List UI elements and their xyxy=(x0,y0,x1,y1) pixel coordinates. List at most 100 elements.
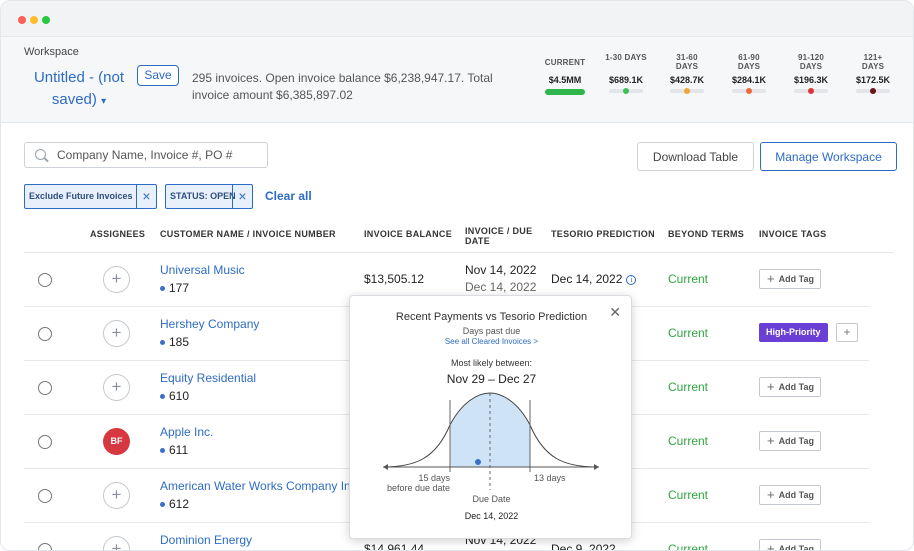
add-assignee-icon[interactable]: + xyxy=(103,320,130,347)
customer-name-link[interactable]: Hershey Company xyxy=(160,317,259,331)
aging-bucket-61-90[interactable]: 61-90 DAYS $284.1K xyxy=(728,53,770,94)
invoice-number-text: 612 xyxy=(169,497,190,511)
bullet-icon xyxy=(160,448,165,454)
customer-name-link[interactable]: Apple Inc. xyxy=(160,425,213,439)
aging-label: 91-120 DAYS xyxy=(797,53,825,71)
aging-bar xyxy=(545,89,585,95)
column-header-tags[interactable]: INVOICE TAGS xyxy=(759,229,826,239)
days-before-value: 15 days xyxy=(418,473,450,483)
workspace-title-dropdown[interactable]: Untitled - (not saved) ▾ xyxy=(29,67,129,113)
aging-bucket-31-60[interactable]: 31-60 DAYS $428.7K xyxy=(666,53,708,94)
row-select-radio[interactable] xyxy=(38,435,52,449)
workspace-title: Untitled - (not saved) xyxy=(33,69,125,108)
row-select-radio[interactable] xyxy=(38,327,52,341)
add-tag-button[interactable]: + Add Tag xyxy=(759,431,821,451)
aging-value: $172.5K xyxy=(855,75,891,85)
cleared-invoices-link[interactable]: See all Cleared Invoices > xyxy=(350,337,633,346)
column-header-prediction[interactable]: TESORIO PREDICTION xyxy=(551,229,655,239)
days-after-label: 13 days xyxy=(534,473,566,483)
invoice-balance: $14,961.44 xyxy=(364,542,425,551)
invoice-number: 611 xyxy=(160,443,188,457)
info-icon[interactable]: i xyxy=(626,274,637,285)
add-tag-label: Add Tag xyxy=(778,490,814,500)
invoice-number: 185 xyxy=(160,335,189,349)
filter-chip-status[interactable]: Status: OPEN × xyxy=(165,184,253,209)
filter-chip-label: Status: OPEN xyxy=(170,191,236,201)
tag-high-priority[interactable]: High-Priority xyxy=(759,323,828,342)
close-icon[interactable]: × xyxy=(232,185,252,208)
add-tag-button[interactable]: + Add Tag xyxy=(759,539,821,551)
close-window-button[interactable] xyxy=(18,16,26,24)
add-assignee-icon[interactable]: + xyxy=(103,266,130,293)
payment-dot xyxy=(475,459,481,465)
aging-bar xyxy=(670,88,704,94)
plus-icon: + xyxy=(767,379,775,394)
aging-bar xyxy=(732,88,766,94)
plus-icon: + xyxy=(767,541,775,551)
add-tag-button[interactable]: + Add Tag xyxy=(759,485,821,505)
close-icon[interactable]: × xyxy=(136,185,156,208)
aging-label: 31-60 DAYS xyxy=(675,53,699,71)
add-assignee-icon[interactable]: + xyxy=(103,482,130,509)
add-tag-button[interactable]: + Add Tag xyxy=(759,377,821,397)
add-tag-button[interactable]: + Add Tag xyxy=(759,269,821,289)
plus-icon: + xyxy=(767,433,775,448)
minimize-window-button[interactable] xyxy=(30,16,38,24)
beyond-terms-status: Current xyxy=(668,542,709,551)
likely-label: Most likely between: xyxy=(450,358,533,368)
column-header-assignees[interactable]: ASSIGNEES xyxy=(90,229,145,239)
add-tag-label: Add Tag xyxy=(778,544,814,551)
aging-bucket-121-plus[interactable]: 121+ DAYS $172.5K xyxy=(852,53,894,94)
popover-subtitle: Days past due xyxy=(462,326,521,336)
aging-dot xyxy=(870,88,876,94)
aging-bucket-1-30[interactable]: 1-30 DAYS $689.1K xyxy=(605,53,647,94)
bullet-icon xyxy=(160,340,165,346)
aging-dot xyxy=(623,88,629,94)
search-box xyxy=(24,142,268,168)
customer-name-link[interactable]: Universal Music xyxy=(160,263,245,277)
column-header-balance[interactable]: INVOICE BALANCE xyxy=(364,229,452,239)
invoice-number: 612 xyxy=(160,497,189,511)
aging-label: 121+ DAYS xyxy=(861,53,885,71)
customer-name-link[interactable]: American Water Works Company Inc xyxy=(160,479,357,493)
search-input[interactable] xyxy=(57,146,262,164)
add-tag-label: Add Tag xyxy=(778,382,814,392)
aging-bucket-91-120[interactable]: 91-120 DAYS $196.3K xyxy=(789,53,833,94)
add-assignee-icon[interactable]: + xyxy=(103,374,130,401)
beyond-terms-status: Current xyxy=(668,488,709,502)
plus-icon: + xyxy=(767,271,775,286)
avatar[interactable]: BF xyxy=(103,428,130,455)
customer-name-link[interactable]: Equity Residential xyxy=(160,371,256,385)
aging-bar xyxy=(794,88,828,94)
beyond-terms-status: Current xyxy=(668,380,709,394)
aging-value: $196.3K xyxy=(793,75,829,85)
aging-value: $689.1K xyxy=(608,75,644,85)
row-select-radio[interactable] xyxy=(38,489,52,503)
column-header-beyond-terms[interactable]: BEYOND TERMS xyxy=(668,229,744,239)
column-header-customer[interactable]: CUSTOMER NAME / INVOICE NUMBER xyxy=(160,229,336,239)
due-date: Dec 14, 2022 xyxy=(465,280,537,294)
row-select-radio[interactable] xyxy=(38,543,52,550)
add-assignee-icon[interactable]: + xyxy=(103,536,130,550)
add-tag-icon[interactable]: + xyxy=(836,323,858,342)
save-button[interactable]: Save xyxy=(137,65,179,86)
filter-chip-exclude-future[interactable]: Exclude Future Invoices × xyxy=(24,184,157,209)
row-select-radio[interactable] xyxy=(38,273,52,287)
arrow-left-icon xyxy=(383,464,388,470)
beyond-terms-status: Current xyxy=(668,434,709,448)
clear-all-link[interactable]: Clear all xyxy=(265,189,312,203)
maximize-window-button[interactable] xyxy=(42,16,50,24)
bullet-icon xyxy=(160,502,165,508)
popover-title: Recent Payments vs Tesorio Prediction xyxy=(395,311,588,323)
search-icon xyxy=(35,149,46,160)
title-bar xyxy=(1,1,913,37)
aging-label: CURRENT xyxy=(544,58,586,67)
column-header-due-date[interactable]: INVOICE / DUE DATE xyxy=(465,226,535,246)
aging-label: 1-30 DAYS xyxy=(605,53,647,62)
app-window: Workspace Untitled - (not saved) ▾ Save … xyxy=(0,0,914,551)
download-table-button[interactable]: Download Table xyxy=(637,142,754,171)
row-select-radio[interactable] xyxy=(38,381,52,395)
manage-workspace-button[interactable]: Manage Workspace xyxy=(760,142,897,171)
aging-bucket-current[interactable]: CURRENT $4.5MM xyxy=(543,53,587,95)
customer-name-link[interactable]: Dominion Energy xyxy=(160,533,252,547)
